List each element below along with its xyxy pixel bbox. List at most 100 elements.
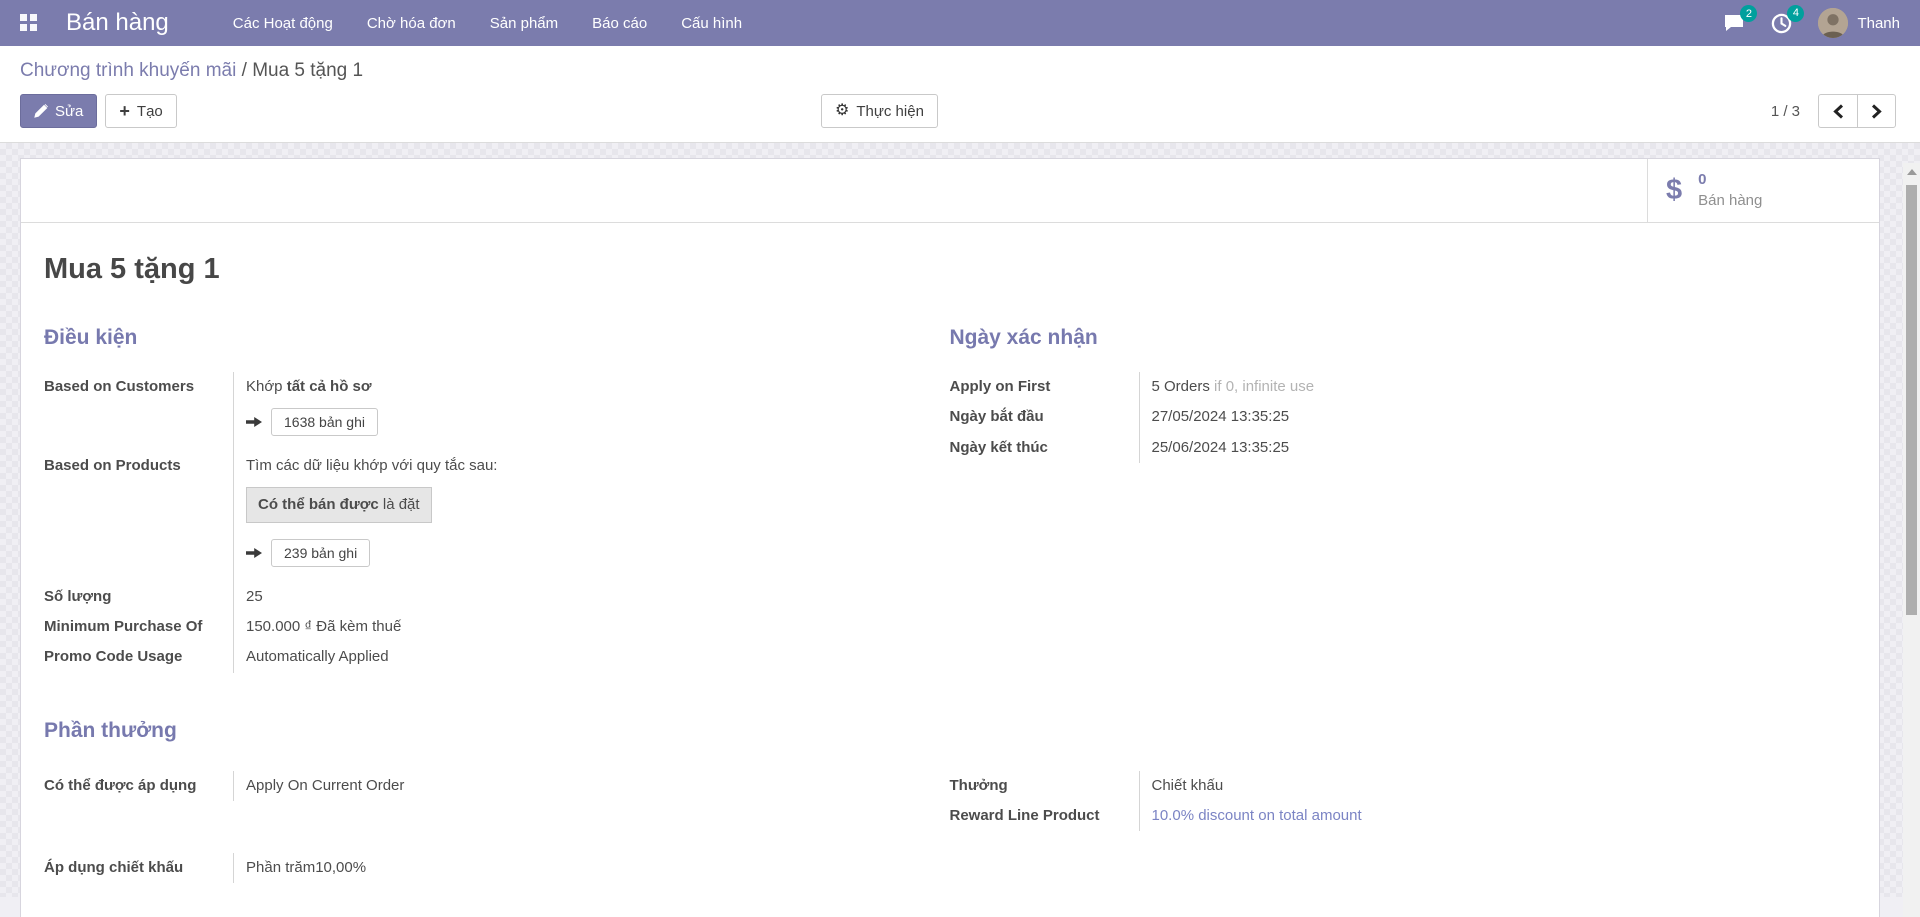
field-value: 5 Orders if 0, infinite use [1140,372,1786,402]
field-value: 25 [234,582,880,612]
field-end-date: Ngày kết thúc 25/06/2024 13:35:25 [950,433,1786,463]
group-rewards: Có thể được áp dụng Apply On Current Ord… [44,771,1855,884]
field-label: Reward Line Product [950,801,1140,831]
field-value: Phần trăm10,00% [234,853,880,883]
field-applicability: Có thể được áp dụng Apply On Current Ord… [44,771,880,801]
validity-column: Ngày xác nhận Apply on First 5 Orders if… [950,326,1856,673]
action-button[interactable]: ⚙ Thực hiện [821,94,938,128]
products-records-button[interactable]: 239 bản ghi [271,539,370,567]
field-value: 10.0% discount on total amount [1140,801,1786,831]
field-start-date: Ngày bắt đầu 27/05/2024 13:35:25 [950,402,1786,432]
scroll-up-button[interactable] [1903,163,1920,180]
rewards-right-column: Thưởng Chiết khấu Reward Line Product 10… [950,771,1856,884]
field-label: Có thể được áp dụng [44,771,234,801]
field-value: 25/06/2024 13:35:25 [1140,433,1786,463]
field-label: Số lượng [44,582,234,612]
pager-next-button[interactable] [1857,94,1896,128]
user-name: Thanh [1857,15,1900,32]
activities-menu[interactable]: 4 [1771,13,1792,34]
field-value: Automatically Applied [234,642,880,672]
menu-reports[interactable]: Báo cáo [590,11,649,36]
domain-rule-chip: Có thể bán được là đặt [246,487,432,523]
field-reward-line-product: Reward Line Product 10.0% discount on to… [950,801,1786,831]
rewards-heading: Phần thưởng [44,719,1855,743]
content-area: $ 0 Bán hàng Mua 5 tặng 1 Điều kiện Base… [0,143,1920,897]
menu-to-invoice[interactable]: Chờ hóa đơn [365,11,458,36]
field-value: Apply On Current Order [234,771,880,801]
menu-activities[interactable]: Các Hoạt động [231,11,335,36]
field-label: Ngày bắt đầu [950,402,1140,432]
field-value: 150.000 ₫ Đã kèm thuế [234,612,880,642]
breadcrumb-separator: / [236,60,252,81]
arrow-right-icon [246,547,262,559]
breadcrumb-current: Mua 5 tặng 1 [252,60,363,81]
field-promo-code-usage: Promo Code Usage Automatically Applied [44,642,880,672]
field-apply-on-first: Apply on First 5 Orders if 0, infinite u… [950,372,1786,402]
breadcrumb-parent-link[interactable]: Chương trình khuyến mãi [20,60,236,81]
field-value: Tìm các dữ liệu khớp với quy tắc sau: Có… [234,451,880,582]
record-title: Mua 5 tặng 1 [44,253,1855,286]
chevron-left-icon [1833,104,1844,119]
field-apply-discount: Áp dụng chiết khấu Phần trăm10,00% [44,853,880,883]
field-based-on-customers: Based on Customers Khớp tất cả hồ sơ 16 [44,372,880,451]
sales-stat-button[interactable]: $ 0 Bán hàng [1647,159,1879,222]
stat-value: 0 [1698,170,1762,190]
rewards-left-column: Có thể được áp dụng Apply On Current Ord… [44,771,950,884]
conditions-heading: Điều kiện [44,326,880,350]
form-sheet: $ 0 Bán hàng Mua 5 tặng 1 Điều kiện Base… [20,158,1880,917]
field-label: Áp dụng chiết khấu [44,853,234,883]
plus-icon: + [119,102,130,120]
activities-badge: 4 [1787,5,1804,22]
field-quantity: Số lượng 25 [44,582,880,612]
field-label: Minimum Purchase Of [44,612,234,642]
field-minimum-purchase: Minimum Purchase Of 150.000 ₫ Đã kèm thu… [44,612,880,642]
reward-line-product-link[interactable]: 10.0% discount on total amount [1152,807,1362,824]
arrow-right-icon [246,416,262,428]
top-navbar: Bán hàng Các Hoạt động Chờ hóa đơn Sản p… [0,0,1920,46]
field-value: Chiết khấu [1140,771,1786,801]
app-brand[interactable]: Bán hàng [66,9,169,37]
chevron-right-icon [1871,104,1882,119]
edit-button[interactable]: Sửa [20,94,97,128]
scroll-up-icon [1907,169,1917,175]
page: Bán hàng Các Hoạt động Chờ hóa đơn Sản p… [0,0,1920,917]
messages-badge: 2 [1740,5,1757,22]
field-label: Ngày kết thúc [950,433,1140,463]
user-menu[interactable]: Thanh [1818,8,1900,38]
avatar [1818,8,1848,38]
group-conditions-validity: Điều kiện Based on Customers Khớp tất cả… [44,326,1855,673]
menu-products[interactable]: Sản phẩm [488,11,560,36]
field-label: Based on Products [44,451,234,582]
apps-grid-icon[interactable] [20,14,38,32]
vertical-scrollbar [1903,163,1920,917]
field-value: Khớp tất cả hồ sơ 1638 bản ghi [234,372,880,451]
dollar-icon: $ [1666,174,1682,207]
messages-menu[interactable]: 2 [1723,13,1745,33]
breadcrumb: Chương trình khuyến mãi / Mua 5 tặng 1 [20,60,1896,82]
pager: 1 / 3 [1771,94,1896,128]
pager-counter: 1 / 3 [1771,103,1800,120]
field-label: Thưởng [950,771,1140,801]
field-label: Apply on First [950,372,1140,402]
stat-button-strip: $ 0 Bán hàng [21,159,1879,223]
conditions-column: Điều kiện Based on Customers Khớp tất cả… [44,326,950,673]
control-panel-buttons: Sửa + Tạo ⚙ Thực hiện 1 / 3 [20,94,1896,128]
field-reward: Thưởng Chiết khấu [950,771,1786,801]
gear-icon: ⚙ [835,103,849,119]
field-label: Promo Code Usage [44,642,234,672]
menu-configuration[interactable]: Cấu hình [679,11,744,36]
pager-previous-button[interactable] [1818,94,1857,128]
control-panel: Chương trình khuyến mãi / Mua 5 tặng 1 S… [0,46,1920,143]
stat-label: Bán hàng [1698,191,1762,211]
main-menu: Các Hoạt động Chờ hóa đơn Sản phẩm Báo c… [231,11,744,36]
scrollbar-thumb[interactable] [1906,185,1917,615]
field-based-on-products: Based on Products Tìm các dữ liệu khớp v… [44,451,880,582]
navbar-right: 2 4 Thanh [1723,8,1900,38]
field-label: Based on Customers [44,372,234,451]
sheet-body: Mua 5 tặng 1 Điều kiện Based on Customer… [21,223,1879,917]
field-value: 27/05/2024 13:35:25 [1140,402,1786,432]
pencil-icon [34,104,48,118]
create-button[interactable]: + Tạo [105,94,176,128]
validity-heading: Ngày xác nhận [950,326,1786,350]
customers-records-button[interactable]: 1638 bản ghi [271,408,378,436]
